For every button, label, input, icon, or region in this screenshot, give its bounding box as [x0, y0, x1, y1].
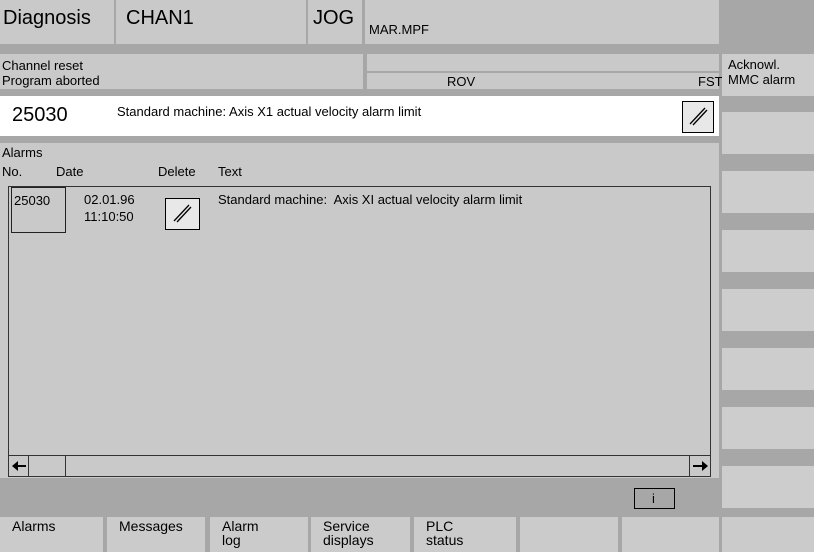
- alarm-text: Standard machine: Axis XI actual velocit…: [218, 192, 523, 207]
- mode-field: JOG: [308, 0, 362, 44]
- column-header-text: Text: [218, 164, 242, 179]
- softkey-plc-status-line1: PLC: [426, 518, 454, 534]
- softkey-alarm-log-line1: Alarm: [222, 518, 259, 534]
- right-softkey-5[interactable]: [722, 289, 814, 331]
- acknowledge-label-line-1: Acknowl.: [728, 57, 781, 72]
- status-line-2: Program aborted: [2, 73, 100, 88]
- softkey-messages-line1: Messages: [119, 518, 183, 534]
- softkey-recall[interactable]: [722, 517, 814, 552]
- channel-label: CHAN1: [126, 7, 194, 29]
- right-softkey-7[interactable]: [722, 407, 814, 449]
- delete-alarm-cancel-icon[interactable]: [165, 198, 200, 230]
- alarm-date: 02.01.96: [84, 192, 135, 207]
- alarm-line-cancel-icon[interactable]: [682, 101, 714, 133]
- alarm-line-number: 25030: [12, 104, 68, 126]
- alarm-number: 25030: [14, 193, 51, 208]
- right-softkey-3[interactable]: [722, 171, 814, 213]
- channel-status-field: Channel reset Program aborted: [0, 54, 363, 89]
- program-label: MAR.MPF: [369, 22, 429, 37]
- program-field: MAR.MPF: [365, 0, 719, 44]
- softkey-service-displays-line1: Service: [323, 518, 370, 534]
- right-softkey-6[interactable]: [722, 348, 814, 390]
- rov-indicator: ROV: [447, 74, 476, 89]
- area-label: Diagnosis: [3, 7, 91, 29]
- horizontal-scrollbar[interactable]: [9, 455, 710, 476]
- alarm-line: 25030 Standard machine: Axis X1 actual v…: [0, 96, 719, 136]
- info-button[interactable]: i: [634, 488, 675, 509]
- softkey-plc-status-line2: status: [426, 532, 464, 548]
- alarm-line-text: Standard machine: Axis X1 actual velocit…: [117, 104, 422, 119]
- right-softkey-2[interactable]: [722, 112, 814, 154]
- scroll-thumb[interactable]: [29, 456, 66, 476]
- softkey-alarms-line1: Alarms: [12, 518, 56, 534]
- softkey-alarm-log-line2: log: [222, 532, 241, 548]
- softkey-alarm-log[interactable]: Alarm log: [210, 517, 308, 552]
- right-softkey-4[interactable]: [722, 230, 814, 272]
- alarm-list-table: 25030 02.01.96 11:10:50 Standard machine…: [8, 186, 711, 477]
- scroll-left-arrow-icon[interactable]: [9, 456, 29, 476]
- channel-field: CHAN1: [116, 0, 306, 44]
- softkey-empty-7[interactable]: [622, 517, 719, 552]
- program-status-top: [367, 54, 719, 71]
- column-header-date: Date: [56, 164, 84, 179]
- right-softkey-8[interactable]: [722, 466, 814, 508]
- column-header-delete: Delete: [158, 164, 196, 179]
- alarm-list-title: Alarms: [2, 145, 43, 160]
- softkey-service-displays[interactable]: Service displays: [311, 517, 410, 552]
- area-field: Diagnosis: [0, 0, 114, 44]
- softkey-messages[interactable]: Messages: [107, 517, 205, 552]
- acknowledge-mmc-alarm-softkey[interactable]: Acknowl. MMC alarm: [722, 54, 814, 96]
- fst-indicator: FST: [698, 74, 723, 89]
- scroll-right-arrow-icon[interactable]: [689, 456, 710, 476]
- softkey-service-displays-line2: displays: [323, 532, 374, 548]
- table-row[interactable]: 25030 02.01.96 11:10:50 Standard machine…: [9, 187, 710, 233]
- column-header-no: No.: [2, 164, 23, 179]
- status-line-1: Channel reset: [2, 58, 83, 73]
- header-corner: [722, 0, 814, 44]
- acknowledge-label-line-2: MMC alarm: [728, 72, 796, 87]
- info-icon: i: [652, 491, 655, 506]
- alarm-list-panel: Alarms No. Date Delete Text 25030 02.01.…: [0, 143, 719, 478]
- alarm-number-cell[interactable]: 25030: [11, 187, 66, 233]
- program-status-bottom: ROV FST: [367, 73, 723, 89]
- alarm-time: 11:10:50: [84, 209, 134, 224]
- softkey-empty-6[interactable]: [520, 517, 618, 552]
- softkey-plc-status[interactable]: PLC status: [414, 517, 516, 552]
- softkey-alarms[interactable]: Alarms: [0, 517, 103, 552]
- mode-label: JOG: [313, 7, 355, 29]
- info-bar: [0, 488, 719, 509]
